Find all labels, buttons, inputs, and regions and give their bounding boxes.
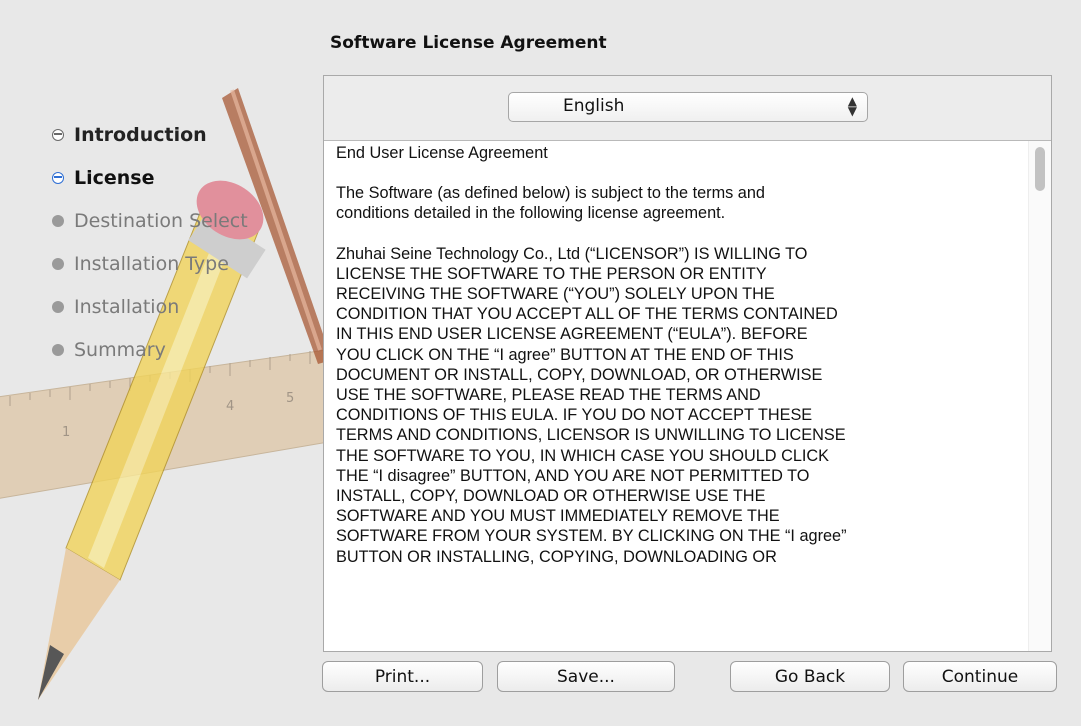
ruler-number: 5: [286, 391, 294, 406]
continue-button[interactable]: Continue: [903, 661, 1057, 692]
scroll-thumb[interactable]: [1035, 147, 1045, 191]
license-heading: End User License Agreement: [336, 144, 548, 162]
step-license: License: [52, 156, 248, 199]
license-paragraph: Zhuhai Seine Technology Co., Ltd (“LICEN…: [336, 244, 847, 566]
language-selected-value: English: [563, 96, 625, 116]
ruler-number: 4: [226, 399, 234, 414]
step-pending-icon: [52, 343, 64, 356]
license-text: End User License Agreement The Software …: [336, 143, 1019, 587]
step-label: License: [74, 166, 155, 189]
print-button[interactable]: Print...: [322, 661, 483, 692]
step-installation: Installation: [52, 285, 248, 328]
step-label: Summary: [74, 338, 166, 361]
vertical-scrollbar[interactable]: [1028, 141, 1051, 651]
step-label: Destination Select: [74, 209, 248, 232]
language-bar: English ▲ ▼: [324, 76, 1051, 141]
step-introduction: Introduction: [52, 113, 248, 156]
step-label: Introduction: [74, 123, 207, 146]
page-title: Software License Agreement: [330, 33, 607, 53]
step-current-icon: [52, 171, 64, 184]
step-label: Installation: [74, 295, 180, 318]
license-text-area[interactable]: End User License Agreement The Software …: [324, 141, 1051, 651]
license-panel: English ▲ ▼ End User License Agreement Th…: [323, 75, 1052, 652]
license-paragraph: The Software (as defined below) is subje…: [336, 184, 765, 223]
save-button[interactable]: Save...: [497, 661, 675, 692]
chevron-updown-icon: ▲ ▼: [847, 94, 857, 118]
step-installation-type: Installation Type: [52, 242, 248, 285]
step-pending-icon: [52, 300, 64, 313]
step-destination-select: Destination Select: [52, 199, 248, 242]
go-back-button[interactable]: Go Back: [730, 661, 890, 692]
installer-steps: Introduction License Destination Select …: [52, 113, 248, 371]
step-summary: Summary: [52, 328, 248, 371]
step-pending-icon: [52, 214, 64, 227]
step-label: Installation Type: [74, 252, 229, 275]
language-select[interactable]: English ▲ ▼: [508, 92, 868, 122]
ruler-number: 1: [62, 425, 70, 440]
step-done-icon: [52, 128, 64, 141]
step-pending-icon: [52, 257, 64, 270]
